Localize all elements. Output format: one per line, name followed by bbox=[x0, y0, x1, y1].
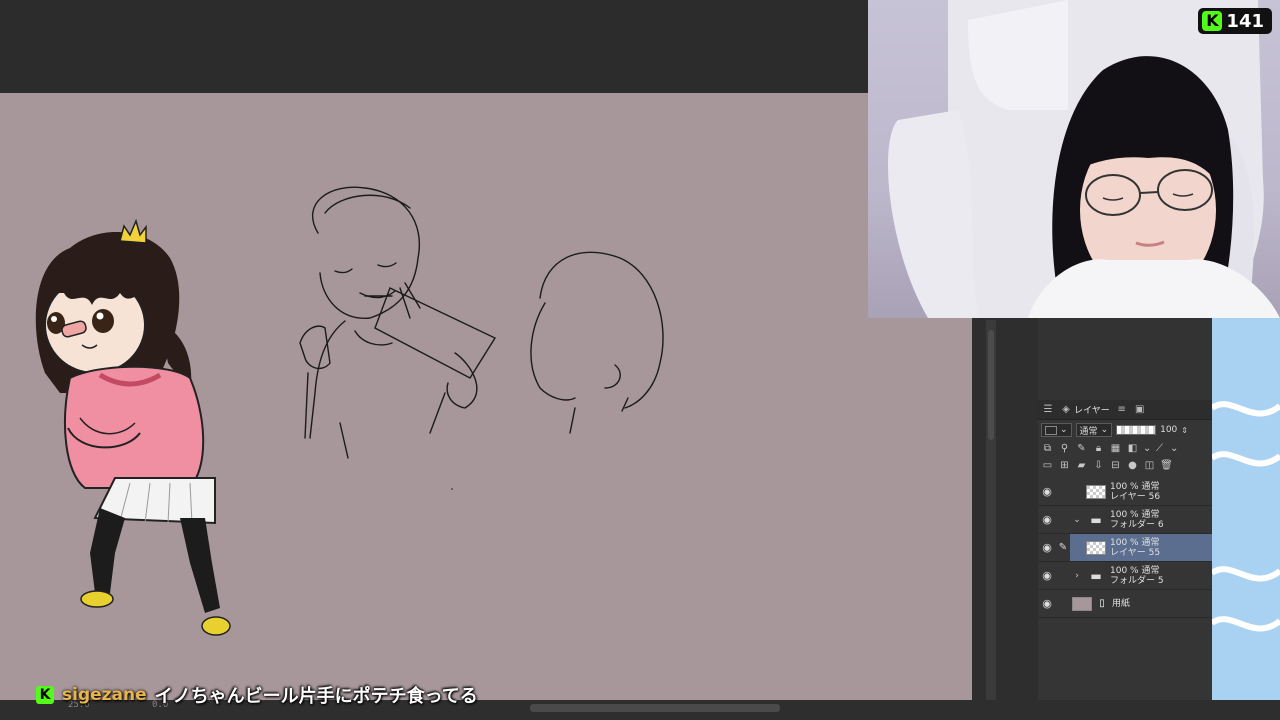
search-layer-tab-icon[interactable]: ▣ bbox=[1134, 404, 1146, 416]
chevron-right-icon[interactable]: › bbox=[1072, 571, 1082, 581]
webcam-image bbox=[888, 0, 1280, 318]
layer-body[interactable]: › ▬ 100 % 通常 フォルダー 5 bbox=[1070, 562, 1212, 589]
eye-icon[interactable]: ◉ bbox=[1038, 485, 1056, 498]
viewer-count: 141 bbox=[1226, 10, 1264, 32]
layers-icon: ◈ bbox=[1062, 403, 1070, 415]
ruler-icon[interactable]: ⟋ bbox=[1153, 442, 1166, 455]
layer-row-55[interactable]: ◉ ✎ 100 % 通常 レイヤー 55 bbox=[1038, 534, 1212, 562]
canvas-side-area bbox=[972, 318, 1038, 720]
layer-color-select[interactable]: ⌄ bbox=[1041, 423, 1072, 437]
layer-list: ◉ 100 % 通常 レイヤー 56 ◉ ⌄ ▬ 100 % 通常 フォルダー … bbox=[1038, 478, 1212, 618]
eye-icon[interactable]: ◉ bbox=[1038, 541, 1056, 554]
layer-name: フォルダー 5 bbox=[1110, 575, 1164, 586]
layer-mode: 100 % 通常 bbox=[1110, 509, 1160, 520]
blend-mode-row: ⌄ 通常 ⌄ 100 ⇕ bbox=[1038, 420, 1212, 440]
clip-layer-icon[interactable]: ⧉ bbox=[1041, 442, 1054, 455]
tab-layer[interactable]: ◈ レイヤー bbox=[1060, 403, 1110, 417]
lock-transparency-icon[interactable]: ▦ bbox=[1109, 442, 1122, 455]
canvas-horizontal-scrollbar[interactable] bbox=[530, 704, 780, 712]
kick-logo-icon: K bbox=[36, 686, 54, 704]
layer-body[interactable]: ▯ 用紙 bbox=[1070, 590, 1212, 617]
side-decoration bbox=[1212, 318, 1280, 720]
layer-info: 100 % 通常 レイヤー 55 bbox=[1110, 538, 1160, 558]
new-raster-layer-icon[interactable]: ▭ bbox=[1041, 459, 1054, 472]
layer-row-folder-5[interactable]: ◉ › ▬ 100 % 通常 フォルダー 5 bbox=[1038, 562, 1212, 590]
layer-info: 100 % 通常 レイヤー 56 bbox=[1110, 482, 1160, 502]
chevron-down-icon[interactable]: ⌄ bbox=[1072, 515, 1082, 525]
blend-mode-select[interactable]: 通常 ⌄ bbox=[1075, 423, 1113, 437]
folder-icon: ▬ bbox=[1090, 512, 1102, 527]
layer-body[interactable]: ⌄ ▬ 100 % 通常 フォルダー 6 bbox=[1070, 506, 1212, 533]
tab-layer-label: レイヤー bbox=[1074, 406, 1110, 416]
layer-row-paper[interactable]: ◉ ▯ 用紙 bbox=[1038, 590, 1212, 618]
app-root: K 141 ☰ ◈ レイヤー ≡ ▣ ⌄ 通常 ⌄ 100 ⇕ ⧉ ⚲ ✎ 🔒︎… bbox=[0, 0, 1280, 720]
layer-tools-row-1: ⧉ ⚲ ✎ 🔒︎ ▦ ◧ ⌄ ⟋ ⌄ bbox=[1038, 440, 1212, 457]
paper-icon: ▯ bbox=[1099, 597, 1105, 609]
layer-property-tab-icon[interactable]: ≡ bbox=[1116, 404, 1128, 416]
kick-logo-icon: K bbox=[1202, 11, 1223, 31]
panel-menu-icon[interactable]: ☰ bbox=[1042, 404, 1054, 416]
new-folder-icon[interactable]: ▰ bbox=[1075, 459, 1088, 472]
folder-icon: ▬ bbox=[1090, 568, 1102, 583]
opacity-slider[interactable] bbox=[1116, 425, 1157, 435]
top-toolbar bbox=[0, 0, 868, 93]
blend-mode-value: 通常 bbox=[1079, 426, 1098, 437]
eye-icon[interactable]: ◉ bbox=[1038, 597, 1056, 610]
opacity-stepper-icon[interactable]: ⇕ bbox=[1181, 426, 1188, 435]
chat-username: sigezane bbox=[62, 685, 147, 705]
layer-name: 用紙 bbox=[1112, 598, 1131, 609]
chevron-down-icon[interactable]: ⌄ bbox=[1143, 442, 1151, 455]
lock-icon[interactable]: 🔒︎ bbox=[1092, 442, 1105, 455]
sketch-old-man bbox=[299, 186, 497, 459]
layer-panel-tabs: ☰ ◈ レイヤー ≡ ▣ bbox=[1038, 400, 1212, 420]
layer-thumbnail bbox=[1086, 540, 1106, 555]
paper-color-thumbnail bbox=[1072, 596, 1092, 611]
draft-layer-icon[interactable]: ✎ bbox=[1075, 442, 1088, 455]
layer-mode: 100 % 通常 bbox=[1110, 481, 1160, 492]
layer-panel: ☰ ◈ レイヤー ≡ ▣ ⌄ 通常 ⌄ 100 ⇕ ⧉ ⚲ ✎ 🔒︎ ▦ ◧ ⌄… bbox=[1038, 318, 1212, 720]
opacity-value[interactable]: 100 bbox=[1160, 425, 1177, 435]
layer-info: 100 % 通常 フォルダー 6 bbox=[1110, 510, 1164, 530]
chevron-down-icon: ⌄ bbox=[1100, 425, 1109, 435]
layer-row-56[interactable]: ◉ 100 % 通常 レイヤー 56 bbox=[1038, 478, 1212, 506]
chat-overlay: K sigezane イノちゃんビール片手にポテチ食ってる bbox=[36, 683, 478, 707]
sketch-head-outline bbox=[530, 251, 664, 434]
chat-message: イノちゃんビール片手にポテチ食ってる bbox=[154, 686, 478, 707]
webcam-feed: K 141 bbox=[868, 0, 1280, 318]
mask-add-icon[interactable]: ● bbox=[1126, 459, 1139, 472]
trash-icon[interactable]: 🗑︎ bbox=[1160, 459, 1173, 472]
wave-decoration bbox=[1212, 401, 1280, 632]
mask-icon[interactable]: ◧ bbox=[1126, 442, 1139, 455]
layer-info: 100 % 通常 フォルダー 5 bbox=[1110, 566, 1164, 586]
canvas-artwork bbox=[35, 186, 664, 636]
layer-mode: 100 % 通常 bbox=[1110, 565, 1160, 576]
apply-mask-icon[interactable]: ◫ bbox=[1143, 459, 1156, 472]
transfer-down-icon[interactable]: ⇩ bbox=[1092, 459, 1105, 472]
layer-name: フォルダー 6 bbox=[1110, 519, 1164, 530]
pen-icon: ✎ bbox=[1058, 542, 1068, 553]
panel-empty-area bbox=[1038, 318, 1212, 400]
eye-icon[interactable]: ◉ bbox=[1038, 513, 1056, 526]
mascot-character bbox=[35, 218, 231, 636]
eye-icon[interactable]: ◉ bbox=[1038, 569, 1056, 582]
layer-row-folder-6[interactable]: ◉ ⌄ ▬ 100 % 通常 フォルダー 6 bbox=[1038, 506, 1212, 534]
viewer-count-badge: K 141 bbox=[1198, 8, 1272, 34]
new-vector-layer-icon[interactable]: ⊞ bbox=[1058, 459, 1071, 472]
layer-body[interactable]: 100 % 通常 レイヤー 56 bbox=[1070, 478, 1212, 505]
drawing-canvas[interactable] bbox=[0, 93, 972, 700]
layer-tools-row-2: ▭ ⊞ ▰ ⇩ ⊟ ● ◫ 🗑︎ bbox=[1038, 457, 1212, 474]
canvas-vertical-scroll-thumb[interactable] bbox=[988, 330, 994, 440]
layer-name: レイヤー 56 bbox=[1110, 491, 1161, 502]
reference-layer-icon[interactable]: ⚲ bbox=[1058, 442, 1071, 455]
chevron-down-icon[interactable]: ⌄ bbox=[1170, 442, 1178, 455]
layer-mode: 100 % 通常 bbox=[1110, 537, 1160, 548]
combine-icon[interactable]: ⊟ bbox=[1109, 459, 1122, 472]
layer-name: レイヤー 55 bbox=[1110, 547, 1161, 558]
chevron-down-icon: ⌄ bbox=[1060, 425, 1068, 435]
layer-body[interactable]: 100 % 通常 レイヤー 55 bbox=[1070, 534, 1212, 561]
layer-thumbnail bbox=[1086, 484, 1106, 499]
